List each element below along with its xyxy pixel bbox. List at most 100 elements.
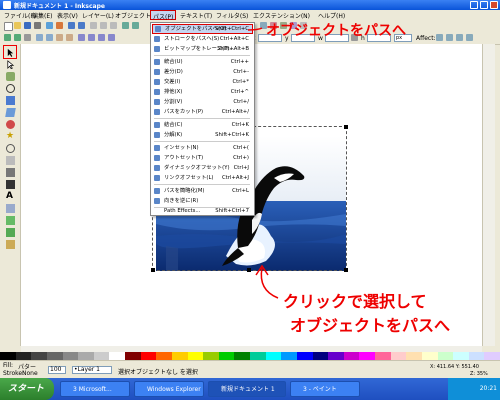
cut-icon[interactable]	[100, 22, 107, 29]
paste-icon[interactable]	[110, 22, 117, 29]
menu-item-simplify[interactable]: パスを簡略化(M) Ctrl+L	[152, 186, 253, 196]
affect-pattern-icon[interactable]	[466, 34, 473, 41]
menu-help[interactable]: ヘルプ(H)	[318, 11, 345, 20]
swatch[interactable]	[390, 352, 407, 360]
menu-item-difference[interactable]: 差分(D) Ctrl+-	[152, 67, 253, 77]
select-all-icon[interactable]	[4, 34, 11, 41]
start-button[interactable]: スタート	[0, 378, 54, 400]
save-icon[interactable]	[24, 22, 31, 29]
swatch[interactable]	[109, 352, 125, 360]
flip-horizontal-icon[interactable]	[56, 34, 63, 41]
star-tool-icon[interactable]: ★	[6, 132, 15, 141]
scale-handle-s[interactable]	[247, 268, 251, 272]
new-document-icon[interactable]	[4, 22, 13, 31]
zoom-drawing-icon[interactable]	[132, 22, 139, 29]
deselect-icon[interactable]	[24, 34, 31, 41]
copy-icon[interactable]	[90, 22, 97, 29]
swatch[interactable]	[312, 352, 329, 360]
spray-tool-icon[interactable]	[6, 204, 15, 213]
swatch[interactable]	[296, 352, 313, 360]
vertical-scrollbar[interactable]	[482, 44, 495, 346]
opacity-field[interactable]: 100	[48, 366, 66, 374]
menu-item-union[interactable]: 統合(U) Ctrl++	[152, 57, 253, 67]
import-icon[interactable]	[46, 22, 53, 29]
print-icon[interactable]	[34, 22, 41, 29]
calligraphy-tool-icon[interactable]	[6, 180, 15, 189]
taskbar-item[interactable]: Windows Explorer	[134, 381, 204, 397]
affect-gradient-icon[interactable]	[456, 34, 463, 41]
scale-handle-sw[interactable]	[151, 268, 155, 272]
swatch[interactable]	[437, 352, 454, 360]
menu-item-object-to-path[interactable]: オブジェクトをパスへ(O) Shift+Ctrl+C	[152, 24, 253, 34]
swatch[interactable]	[93, 352, 110, 360]
color-palette[interactable]	[0, 352, 500, 360]
swatch[interactable]	[375, 352, 391, 360]
menu-item-exclusion[interactable]: 排他(X) Ctrl+^	[152, 87, 253, 97]
menu-item-path-effects[interactable]: Path Effects... Shift+Ctrl+7	[152, 206, 253, 215]
scale-handle-se[interactable]	[344, 268, 348, 272]
maximize-button[interactable]	[480, 1, 488, 9]
swatch[interactable]	[15, 352, 32, 360]
menu-item-cut-path[interactable]: パスをカット(P) Ctrl+Alt+/	[152, 107, 253, 117]
rectangle-tool-icon[interactable]	[6, 96, 15, 105]
open-folder-icon[interactable]	[14, 22, 21, 29]
swatch[interactable]	[62, 352, 79, 360]
swatch[interactable]	[218, 352, 235, 360]
swatch[interactable]	[140, 352, 157, 360]
lower-bottom-icon[interactable]	[108, 34, 115, 41]
rotate-ccw-icon[interactable]	[36, 34, 43, 41]
rotate-cw-icon[interactable]	[46, 34, 53, 41]
swatch[interactable]	[187, 352, 204, 360]
menu-filters[interactable]: フィルタ(S)	[216, 11, 248, 20]
affect-stroke-icon[interactable]	[436, 34, 443, 41]
swatch[interactable]	[359, 352, 375, 360]
pen-tool-icon[interactable]	[6, 168, 15, 177]
swatch[interactable]	[156, 352, 172, 360]
swatch[interactable]	[0, 352, 16, 360]
swatch[interactable]	[281, 352, 297, 360]
swatch[interactable]	[453, 352, 469, 360]
menu-item-stroke-to-path[interactable]: ストロークをパスへ(S) Ctrl+Alt+C	[152, 34, 253, 44]
menu-edit[interactable]: 編集(E)	[32, 11, 52, 20]
lower-icon[interactable]	[98, 34, 105, 41]
swatch[interactable]	[343, 352, 360, 360]
connector-tool-icon[interactable]	[6, 228, 15, 237]
layer-select[interactable]: •Layer 1	[72, 366, 112, 374]
swatch[interactable]	[171, 352, 188, 360]
swatch[interactable]	[46, 352, 63, 360]
zoom-level[interactable]: Z: 35%	[470, 371, 488, 377]
raise-top-icon[interactable]	[78, 34, 85, 41]
swatch[interactable]	[125, 352, 141, 360]
select-all-layers-icon[interactable]	[14, 34, 21, 41]
menu-text[interactable]: テキスト(T)	[180, 11, 212, 20]
export-icon[interactable]	[56, 22, 63, 29]
menu-item-combine[interactable]: 結合(C) Ctrl+K	[152, 120, 253, 130]
zoom-tool-icon[interactable]	[6, 84, 15, 93]
gradient-tool-icon[interactable]	[6, 216, 15, 225]
scale-handle-ne[interactable]	[344, 125, 348, 129]
flip-vertical-icon[interactable]	[66, 34, 73, 41]
menu-item-intersection[interactable]: 交差(I) Ctrl+*	[152, 77, 253, 87]
swatch[interactable]	[265, 352, 282, 360]
swatch[interactable]	[234, 352, 250, 360]
menu-view[interactable]: 表示(V)	[57, 11, 78, 20]
taskbar-item[interactable]: 3 Microsoft...	[60, 381, 130, 397]
menu-item-reverse[interactable]: 向きを逆に(R)	[152, 196, 253, 206]
close-button[interactable]	[490, 1, 498, 9]
swatch[interactable]	[31, 352, 47, 360]
swatch[interactable]	[406, 352, 422, 360]
swatch[interactable]	[250, 352, 266, 360]
menu-item-break-apart[interactable]: 分解(K) Shift+Ctrl+K	[152, 130, 253, 140]
menu-item-dynamic-offset[interactable]: ダイナミックオフセット(Y) Ctrl+J	[152, 163, 253, 173]
swatch[interactable]	[328, 352, 344, 360]
stroke-value[interactable]: None	[22, 370, 38, 377]
pencil-tool-icon[interactable]	[6, 156, 15, 165]
zoom-selection-icon[interactable]	[122, 22, 129, 29]
undo-icon[interactable]	[68, 22, 75, 29]
text-tool-icon[interactable]: A	[6, 192, 15, 201]
swatch[interactable]	[203, 352, 219, 360]
redo-icon[interactable]	[78, 22, 85, 29]
affect-corners-icon[interactable]	[446, 34, 453, 41]
swatch[interactable]	[78, 352, 94, 360]
ellipse-tool-icon[interactable]	[6, 120, 15, 129]
